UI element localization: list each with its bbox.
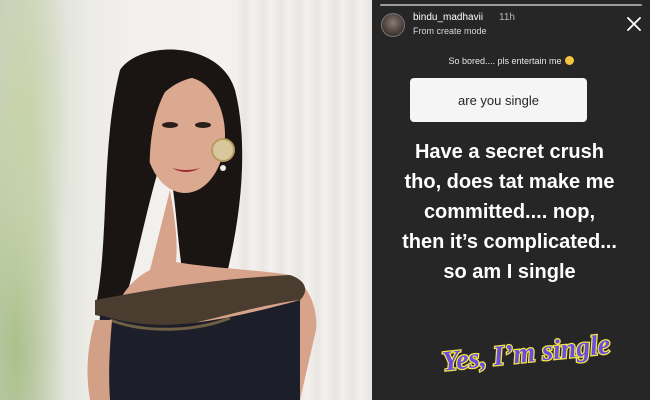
close-icon[interactable] (626, 16, 642, 32)
reply-line: Have a secret crush (414, 141, 604, 163)
sticker-text: Yes, I’m single (441, 329, 612, 377)
avatar[interactable] (381, 13, 405, 37)
reply-line: so am I single (443, 261, 576, 283)
story-username[interactable]: bindu_madhavii (413, 12, 483, 23)
question-answer-box: are you single (410, 78, 587, 122)
story-reply-text: Have a secret crush tho, does tat make m… (394, 137, 625, 287)
reply-line: then it’s complicated... (402, 231, 617, 253)
question-answer-text: are you single (458, 92, 539, 108)
instagram-story: bindu_madhavii 11h From create mode So b… (372, 0, 650, 400)
question-prompt: So bored.... pls entertain me (372, 56, 650, 66)
reply-line: tho, does tat make me (404, 171, 615, 193)
portrait-photo (0, 0, 372, 400)
gif-sticker[interactable]: Yes, I’m single (440, 326, 612, 378)
portrait-illustration (87, 49, 317, 400)
reply-line: committed.... nop, (423, 201, 596, 223)
smile-emoji-icon (564, 56, 574, 65)
story-time-ago: 11h (499, 12, 515, 23)
story-subline: From create mode (413, 26, 487, 36)
story-progress-bar (380, 4, 642, 6)
question-prompt-text: So bored.... pls entertain me (448, 56, 562, 66)
